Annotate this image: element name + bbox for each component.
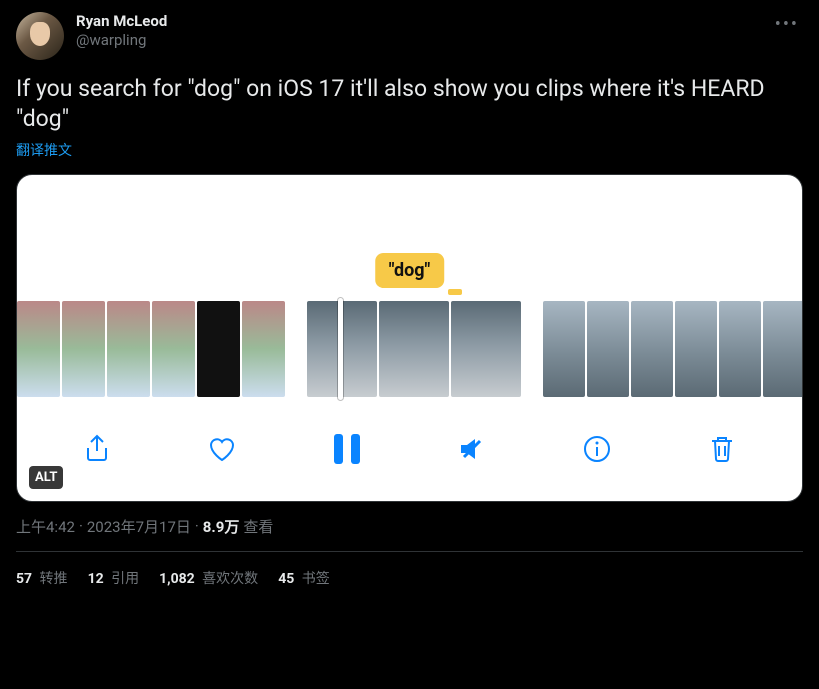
author-names[interactable]: Ryan McLeod @warpling <box>76 12 167 50</box>
thumb <box>62 301 105 397</box>
display-name: Ryan McLeod <box>76 12 167 31</box>
clip-group-1 <box>17 301 285 397</box>
tweet-header: Ryan McLeod @warpling <box>16 12 803 60</box>
thumb <box>107 301 150 397</box>
likes-stat[interactable]: 1,082 喜欢次数 <box>159 568 258 588</box>
tweet-container: ••• Ryan McLeod @warpling If you search … <box>0 0 819 588</box>
tweet-text: If you search for "dog" on iOS 17 it'll … <box>16 74 803 134</box>
retweets-label: 转推 <box>36 571 67 587</box>
alt-badge[interactable]: ALT <box>29 466 63 489</box>
more-options-button[interactable]: ••• <box>775 14 799 35</box>
caption-pointer <box>448 289 462 295</box>
quotes-label: 引用 <box>108 571 139 587</box>
dot: · <box>79 517 83 535</box>
retweets-count: 57 <box>16 571 32 587</box>
thumb <box>675 301 717 397</box>
media-toolbar <box>17 419 802 479</box>
clip-group-2-active <box>307 301 521 397</box>
quotes-stat[interactable]: 12 引用 <box>88 568 140 588</box>
heart-icon[interactable] <box>200 427 244 471</box>
thumb <box>719 301 761 397</box>
info-icon[interactable] <box>575 427 619 471</box>
views-label: 查看 <box>243 516 273 537</box>
tweet-time[interactable]: 上午4:42 <box>16 516 75 537</box>
dot: · <box>195 517 199 535</box>
thumb <box>631 301 673 397</box>
views-count: 8.9万 <box>203 516 240 537</box>
thumb <box>763 301 803 397</box>
tweet-date[interactable]: 2023年7月17日 <box>87 516 191 537</box>
trash-icon[interactable] <box>700 427 744 471</box>
tweet-meta: 上午4:42 · 2023年7月17日 · 8.9万 查看 <box>16 516 803 537</box>
mute-icon[interactable] <box>450 427 494 471</box>
thumb <box>17 301 60 397</box>
avatar[interactable] <box>16 12 64 60</box>
video-thumbnail-strip <box>17 301 802 397</box>
bookmarks-stat[interactable]: 45 书签 <box>278 568 330 588</box>
thumb <box>587 301 629 397</box>
media-attachment[interactable]: "dog" <box>16 174 803 502</box>
search-caption-bubble: "dog" <box>375 253 445 288</box>
thumb <box>242 301 285 397</box>
pause-icon[interactable] <box>325 427 369 471</box>
likes-label: 喜欢次数 <box>199 571 258 587</box>
bookmarks-label: 书签 <box>298 571 329 587</box>
retweets-stat[interactable]: 57 转推 <box>16 568 68 588</box>
thumb <box>379 301 449 397</box>
clip-group-3 <box>543 301 803 397</box>
thumb <box>543 301 585 397</box>
thumb <box>197 301 240 397</box>
quotes-count: 12 <box>88 571 104 587</box>
handle: @warpling <box>76 31 167 50</box>
tweet-stats: 57 转推 12 引用 1,082 喜欢次数 45 书签 <box>16 552 803 588</box>
likes-count: 1,082 <box>159 571 195 587</box>
thumb <box>152 301 195 397</box>
share-icon[interactable] <box>75 427 119 471</box>
bookmarks-count: 45 <box>278 571 294 587</box>
playhead[interactable] <box>338 298 343 400</box>
thumb <box>451 301 521 397</box>
translate-link[interactable]: 翻译推文 <box>16 140 803 160</box>
